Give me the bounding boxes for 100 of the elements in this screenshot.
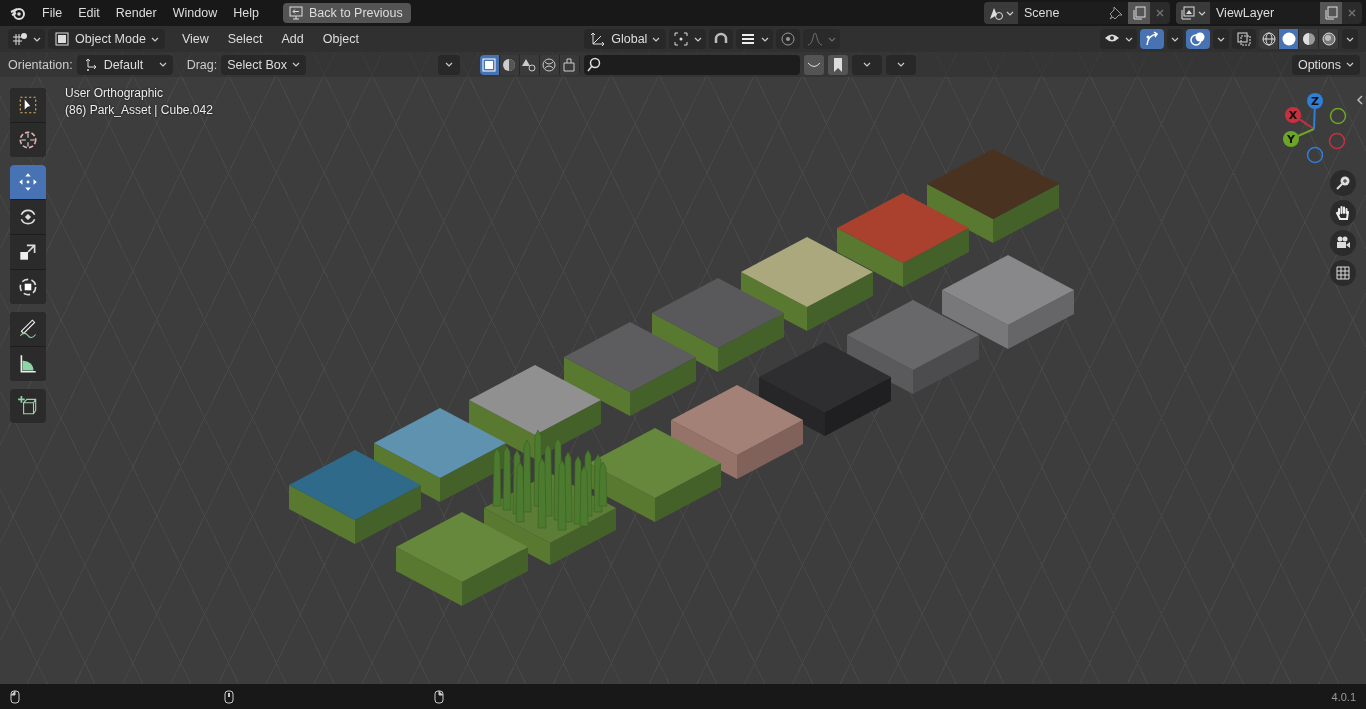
xray-toggle-button[interactable]	[1232, 29, 1256, 49]
mouse-left-icon	[10, 689, 20, 704]
select-box-icon	[17, 94, 39, 116]
wireframe-sphere-icon	[1260, 31, 1277, 47]
rotate-tool-button[interactable]	[10, 200, 46, 234]
pencil-icon	[17, 318, 39, 340]
copy-icon	[1323, 5, 1339, 21]
object-mode-icon	[54, 31, 70, 47]
scene-browse-button[interactable]	[984, 2, 1018, 24]
grid-icon	[1335, 265, 1351, 281]
move-arrows-icon	[17, 171, 39, 193]
add-cube-icon	[17, 395, 39, 417]
projection-toggle-button[interactable]	[1330, 260, 1356, 286]
scene-name-field[interactable]: Scene	[1018, 2, 1128, 24]
options-dropdown[interactable]: Options	[1291, 54, 1360, 75]
bookmark-button[interactable]	[827, 54, 848, 75]
caret-icon	[1198, 10, 1206, 16]
duplicate-scene-button[interactable]	[1128, 2, 1150, 24]
caret-icon	[33, 36, 41, 42]
view-layer-browse-button[interactable]	[1176, 2, 1210, 24]
snap-target-button[interactable]	[736, 29, 774, 49]
selection-mode-button[interactable]	[519, 54, 540, 75]
visibility-button[interactable]	[1100, 29, 1137, 49]
shading-mode-button[interactable]	[1279, 29, 1299, 49]
scale-tool-button[interactable]	[10, 235, 46, 269]
tool-settings-dropdown[interactable]	[437, 54, 460, 75]
layers-icon	[1180, 5, 1196, 21]
select-tool-button[interactable]	[10, 88, 46, 122]
pan-button[interactable]	[1330, 200, 1356, 226]
lines-icon	[740, 31, 757, 47]
caret-icon	[652, 36, 661, 42]
proportional-editing-button[interactable]	[776, 29, 801, 49]
curve-icon	[807, 31, 824, 47]
gizmo-toggle-button[interactable]	[1140, 29, 1164, 49]
zoom-icon	[1335, 175, 1351, 191]
add-cube-tool-button[interactable]	[10, 389, 46, 423]
menu-item[interactable]: Help	[225, 6, 267, 20]
search-field[interactable]	[583, 54, 800, 75]
mode-dropdown[interactable]: Object Mode	[48, 29, 165, 49]
view-name: User Orthographic	[65, 86, 165, 100]
viewport[interactable]: X Y Z Orientation: Default Drag: Select Box Options User Orthographic (86) Park_Asset | Cube.042	[0, 52, 1366, 684]
gizmo-icon	[1144, 31, 1160, 47]
select-set-icon	[481, 56, 498, 73]
mouse-middle-icon	[224, 689, 234, 704]
measure-tool-button[interactable]	[10, 347, 46, 381]
editor-type-icon	[12, 31, 28, 47]
camera-icon	[1335, 235, 1351, 251]
shading-mode-button[interactable]	[1319, 29, 1339, 49]
overlays-icon	[1190, 31, 1206, 47]
overlays-toggle-button[interactable]	[1186, 29, 1210, 49]
selection-mode-button[interactable]	[479, 54, 500, 75]
header-menu-item[interactable]: Add	[273, 32, 312, 46]
curve-button[interactable]	[803, 54, 824, 75]
back-to-previous-button[interactable]: Back to Previous	[282, 3, 411, 23]
screen-icon	[287, 5, 304, 21]
caret-icon	[896, 62, 905, 67]
close-icon[interactable]	[1155, 8, 1165, 18]
pin-icon[interactable]	[1108, 5, 1124, 21]
menu-item[interactable]: Edit	[70, 6, 108, 20]
selection-mode-button[interactable]	[499, 54, 520, 75]
overlays-dropdown[interactable]	[1213, 29, 1229, 49]
shading-mode-button[interactable]	[1299, 29, 1319, 49]
gizmo-dropdown[interactable]	[1167, 29, 1183, 49]
close-icon[interactable]	[1347, 8, 1357, 18]
pivot-point-button[interactable]	[669, 29, 707, 49]
selection-mode-button[interactable]	[539, 54, 560, 75]
header-menu-item[interactable]: Select	[219, 32, 271, 46]
drag-dropdown[interactable]: Select Box	[221, 54, 306, 75]
header-menu-item[interactable]: Object	[314, 32, 367, 46]
view-layer-name-field[interactable]: ViewLayer	[1210, 2, 1320, 24]
annotate-tool-button[interactable]	[10, 312, 46, 346]
navigation-gizmo[interactable]: X Y Z	[1283, 93, 1347, 164]
globe-icon	[541, 56, 558, 73]
cursor-tool-button[interactable]	[10, 123, 46, 157]
xray-icon	[1236, 31, 1252, 47]
menu-item[interactable]: Window	[164, 6, 226, 20]
caret-icon	[1217, 36, 1225, 42]
shading-mode-button[interactable]	[1259, 29, 1279, 49]
logo-icon[interactable]	[10, 5, 26, 21]
target-icon	[780, 31, 797, 47]
menu-item[interactable]: Render	[107, 6, 165, 20]
menu-item[interactable]: File	[34, 6, 71, 20]
snapping-button[interactable]	[709, 29, 734, 49]
transform-tool-button[interactable]	[10, 270, 46, 304]
header-menu-item[interactable]: View	[173, 32, 217, 46]
caret-icon	[1171, 36, 1179, 42]
zoom-button[interactable]	[1330, 170, 1356, 196]
camera-view-button[interactable]	[1330, 230, 1356, 256]
rendered-sphere-icon	[1320, 31, 1337, 47]
caret-icon	[828, 36, 837, 42]
move-tool-button[interactable]	[10, 165, 46, 199]
duplicate-view-layer-button[interactable]	[1320, 2, 1342, 24]
material-sphere-icon	[1300, 31, 1317, 47]
half-circle-icon	[501, 56, 518, 73]
transform-orientation-dropdown[interactable]: Global	[584, 29, 667, 49]
caret-icon	[291, 62, 300, 67]
pivot-point-icon	[673, 31, 690, 47]
orientation-dropdown[interactable]: Default	[76, 54, 173, 75]
solid-sphere-icon	[1280, 31, 1297, 47]
editor-type-button[interactable]	[8, 29, 45, 49]
